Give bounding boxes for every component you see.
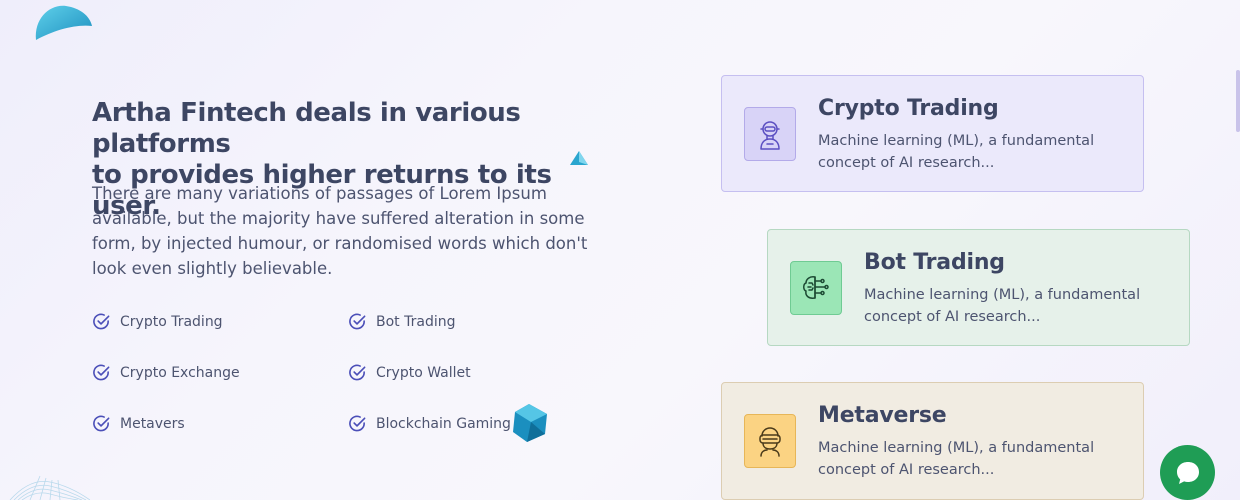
service-card-metaverse[interactable]: Metaverse Machine learning (ML), a funda… — [721, 382, 1144, 500]
check-circle-icon — [93, 364, 110, 381]
check-circle-icon — [349, 364, 366, 381]
chat-button[interactable] — [1160, 445, 1215, 500]
check-circle-icon — [93, 313, 110, 330]
scrollbar-thumb[interactable] — [1236, 70, 1240, 132]
feature-item-metavers: Metavers — [92, 414, 185, 433]
card-icon-box — [744, 107, 796, 161]
feature-label: Crypto Exchange — [120, 364, 240, 381]
card-icon-box — [744, 414, 796, 468]
vr-headset-icon — [759, 427, 781, 457]
feature-item-blockchain-gaming: Blockchain Gaming — [348, 414, 511, 433]
card-title: Metaverse — [818, 403, 947, 428]
feature-item-crypto-wallet: Crypto Wallet — [348, 363, 471, 382]
feature-label: Metavers — [120, 415, 185, 432]
feature-item-crypto-exchange: Crypto Exchange — [92, 363, 240, 382]
feature-item-bot-trading: Bot Trading — [348, 312, 455, 331]
dome-decoration — [35, 5, 92, 40]
service-card-crypto-trading[interactable]: Crypto Trading Machine learning (ML), a … — [721, 75, 1144, 192]
feature-label: Crypto Trading — [120, 313, 223, 330]
card-icon-box — [790, 261, 842, 315]
intro-paragraph: There are many variations of passages of… — [92, 184, 588, 278]
gem-decoration — [513, 404, 547, 442]
feature-label: Crypto Wallet — [376, 364, 471, 381]
card-description: Machine learning (ML), a fundamental con… — [818, 440, 1095, 478]
heading-line-1: Artha Fintech deals in various platforms — [92, 98, 521, 159]
card-description: Machine learning (ML), a fundamental con… — [864, 287, 1141, 325]
circuit-brain-icon — [803, 276, 829, 299]
feature-item-crypto-trading: Crypto Trading — [92, 312, 223, 331]
card-title: Crypto Trading — [818, 96, 999, 121]
mesh-decoration — [9, 475, 90, 500]
check-circle-icon — [349, 415, 366, 432]
service-card-bot-trading[interactable]: Bot Trading Machine learning (ML), a fun… — [767, 229, 1190, 346]
robot-icon — [760, 121, 780, 150]
card-description: Machine learning (ML), a fundamental con… — [818, 133, 1095, 171]
chat-bubble-icon — [1176, 461, 1199, 484]
check-circle-icon — [349, 313, 366, 330]
feature-label: Blockchain Gaming — [376, 415, 511, 432]
check-circle-icon — [93, 415, 110, 432]
card-title: Bot Trading — [864, 250, 1005, 275]
feature-label: Bot Trading — [376, 313, 456, 330]
